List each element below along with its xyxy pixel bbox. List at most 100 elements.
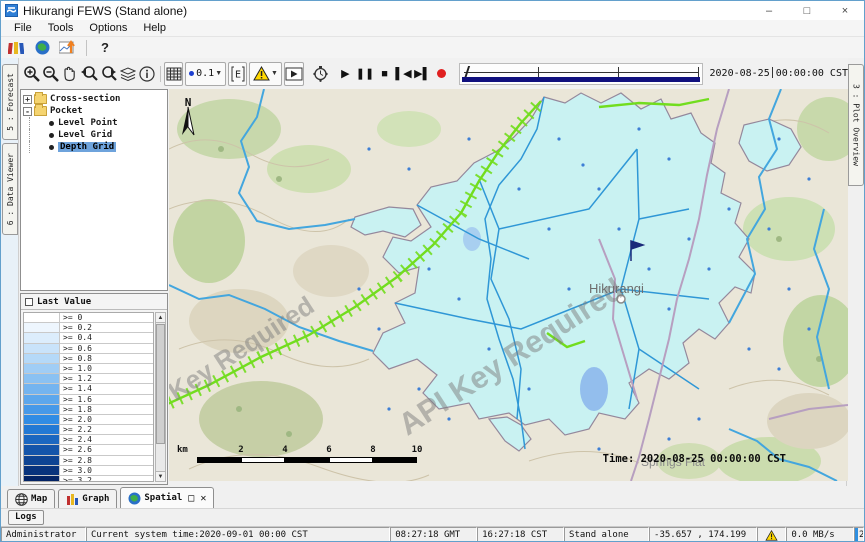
menu-file[interactable]: File	[7, 21, 39, 35]
map-canvas	[169, 89, 848, 481]
logs-button[interactable]: Logs	[8, 510, 44, 525]
legend-swatch	[24, 344, 60, 353]
last-value-checkbox[interactable]	[25, 298, 33, 306]
timeseries-chart-icon[interactable]	[57, 39, 79, 57]
layer-tree: + Cross-section - Pocket Level Point Lev…	[20, 89, 168, 291]
legend-row[interactable]: >= 0.6	[24, 344, 153, 354]
menu-options[interactable]: Options	[82, 21, 134, 35]
bullet-icon	[49, 133, 54, 138]
status-gmt-time: 08:27:18 GMT	[390, 527, 477, 542]
status-bar: Administrator Current system time:2020-0…	[1, 526, 864, 542]
bottom-tab-bar: Map Graph Spatial □ ✕	[1, 486, 864, 508]
legend-row[interactable]: >= 3.2	[24, 476, 153, 482]
legend-row[interactable]: >= 1.8	[24, 405, 153, 415]
zoom-previous-icon[interactable]	[79, 62, 99, 86]
status-warning-icon[interactable]	[757, 527, 786, 542]
current-datetime: 2020-08-25 00:00:00 CST	[710, 68, 848, 79]
title-bar: Hikurangi FEWS (Stand alone) – □ ×	[1, 1, 864, 20]
tab-map[interactable]: Map	[7, 489, 55, 508]
place-label-hikurangi: Hikurangi	[589, 281, 644, 296]
legend-row[interactable]: >= 0	[24, 313, 153, 323]
play-button[interactable]: ▶	[336, 62, 355, 86]
legend-row[interactable]: >= 0.4	[24, 333, 153, 343]
legend-row[interactable]: >= 2.8	[24, 456, 153, 466]
legend-row[interactable]: >= 2.0	[24, 415, 153, 425]
map-view[interactable]: API Key Required API Key Required Hikura…	[169, 89, 848, 481]
tab-maximize-icon[interactable]: □	[188, 493, 194, 504]
legend-swatch	[24, 313, 60, 322]
legend-row[interactable]: >= 1.2	[24, 374, 153, 384]
tree-item-depth-grid[interactable]: Depth Grid	[21, 141, 167, 153]
right-tab-strip: 3 : Plot Overview	[846, 58, 864, 486]
tree-item-pocket[interactable]: - Pocket	[21, 105, 167, 117]
legend-swatch	[24, 435, 60, 444]
tab-graph[interactable]: Graph	[58, 489, 117, 508]
maximize-button[interactable]: □	[788, 1, 826, 20]
grid-value-dropdown[interactable]: 0.1 ▼	[185, 62, 226, 86]
legend-swatch	[24, 456, 60, 465]
scroll-thumb[interactable]	[156, 324, 165, 444]
animate-forward-icon[interactable]	[284, 62, 304, 86]
legend-swatch	[24, 395, 60, 404]
legend-row[interactable]: >= 1.6	[24, 395, 153, 405]
tree-item-level-point[interactable]: Level Point	[21, 117, 167, 129]
pause-button[interactable]: ❚❚	[355, 62, 375, 86]
folder-icon	[34, 94, 47, 104]
tree-item-level-grid[interactable]: Level Grid	[21, 129, 167, 141]
map-globe-icon[interactable]	[31, 39, 53, 57]
scroll-up-icon[interactable]: ▲	[156, 313, 165, 323]
grid-display-icon[interactable]	[164, 62, 183, 86]
chevron-down-icon: ▼	[271, 70, 278, 77]
minimize-button[interactable]: –	[750, 1, 788, 20]
town-marker	[617, 295, 625, 303]
label-display-icon[interactable]: E	[228, 62, 247, 86]
zoom-next-icon[interactable]	[99, 62, 119, 86]
status-mode: Stand alone	[564, 527, 649, 542]
tab-data-viewer[interactable]: 6 : Data Viewer	[2, 143, 18, 235]
zoom-out-icon[interactable]	[41, 62, 60, 86]
tab-close-icon[interactable]: ✕	[200, 493, 206, 504]
timestep-clock-icon[interactable]	[311, 62, 330, 86]
legend-row[interactable]: >= 1.4	[24, 384, 153, 394]
legend-list: >= 0 >= 0.2 >= 0.4 >= 0.6 >= 0.8 >= 1.0 …	[23, 312, 154, 482]
previous-step-button[interactable]: ▌◀	[394, 62, 413, 86]
logs-row: Logs	[1, 508, 864, 526]
expander-icon[interactable]: -	[23, 107, 32, 116]
tab-spatial[interactable]: Spatial □ ✕	[120, 487, 214, 508]
legend-row[interactable]: >= 2.6	[24, 445, 153, 455]
zoom-in-icon[interactable]	[22, 62, 41, 86]
legend-row[interactable]: >= 3.0	[24, 466, 153, 476]
stop-button[interactable]: ■	[375, 62, 394, 86]
warning-threshold-dropdown[interactable]: ▼	[249, 62, 282, 86]
pan-hand-icon[interactable]	[60, 62, 79, 86]
next-step-button[interactable]: ▶▌	[413, 62, 432, 86]
menu-help[interactable]: Help	[136, 21, 173, 35]
help-button[interactable]: ?	[94, 39, 116, 57]
legend-swatch	[24, 425, 60, 434]
layers-icon[interactable]	[119, 62, 138, 86]
legend-scrollbar[interactable]: ▲ ▼	[155, 312, 166, 482]
menu-tools[interactable]: Tools	[41, 21, 81, 35]
folder-icon	[34, 106, 47, 116]
tab-forecast[interactable]: 5 : Forecast	[2, 64, 18, 140]
database-icon[interactable]	[5, 39, 27, 57]
legend-swatch	[24, 466, 60, 475]
toolbar-separator	[160, 66, 161, 82]
status-user: Administrator	[1, 527, 86, 542]
legend-row[interactable]: >= 2.4	[24, 435, 153, 445]
legend-row[interactable]: >= 0.2	[24, 323, 153, 333]
close-button[interactable]: ×	[826, 1, 864, 20]
legend-row[interactable]: >= 2.2	[24, 425, 153, 435]
expander-icon[interactable]: +	[23, 95, 32, 104]
application-window: Hikurangi FEWS (Stand alone) – □ × File …	[0, 0, 865, 542]
time-slider[interactable]	[459, 63, 703, 85]
legend-row[interactable]: >= 1.0	[24, 364, 153, 374]
info-icon[interactable]	[138, 62, 157, 86]
legend-row[interactable]: >= 0.8	[24, 354, 153, 364]
legend-swatch	[24, 405, 60, 414]
legend-swatch	[24, 333, 60, 342]
tab-plot-overview[interactable]: 3 : Plot Overview	[848, 64, 864, 186]
legend-swatch	[24, 364, 60, 373]
scroll-down-icon[interactable]: ▼	[156, 471, 165, 481]
record-button[interactable]	[432, 62, 451, 86]
